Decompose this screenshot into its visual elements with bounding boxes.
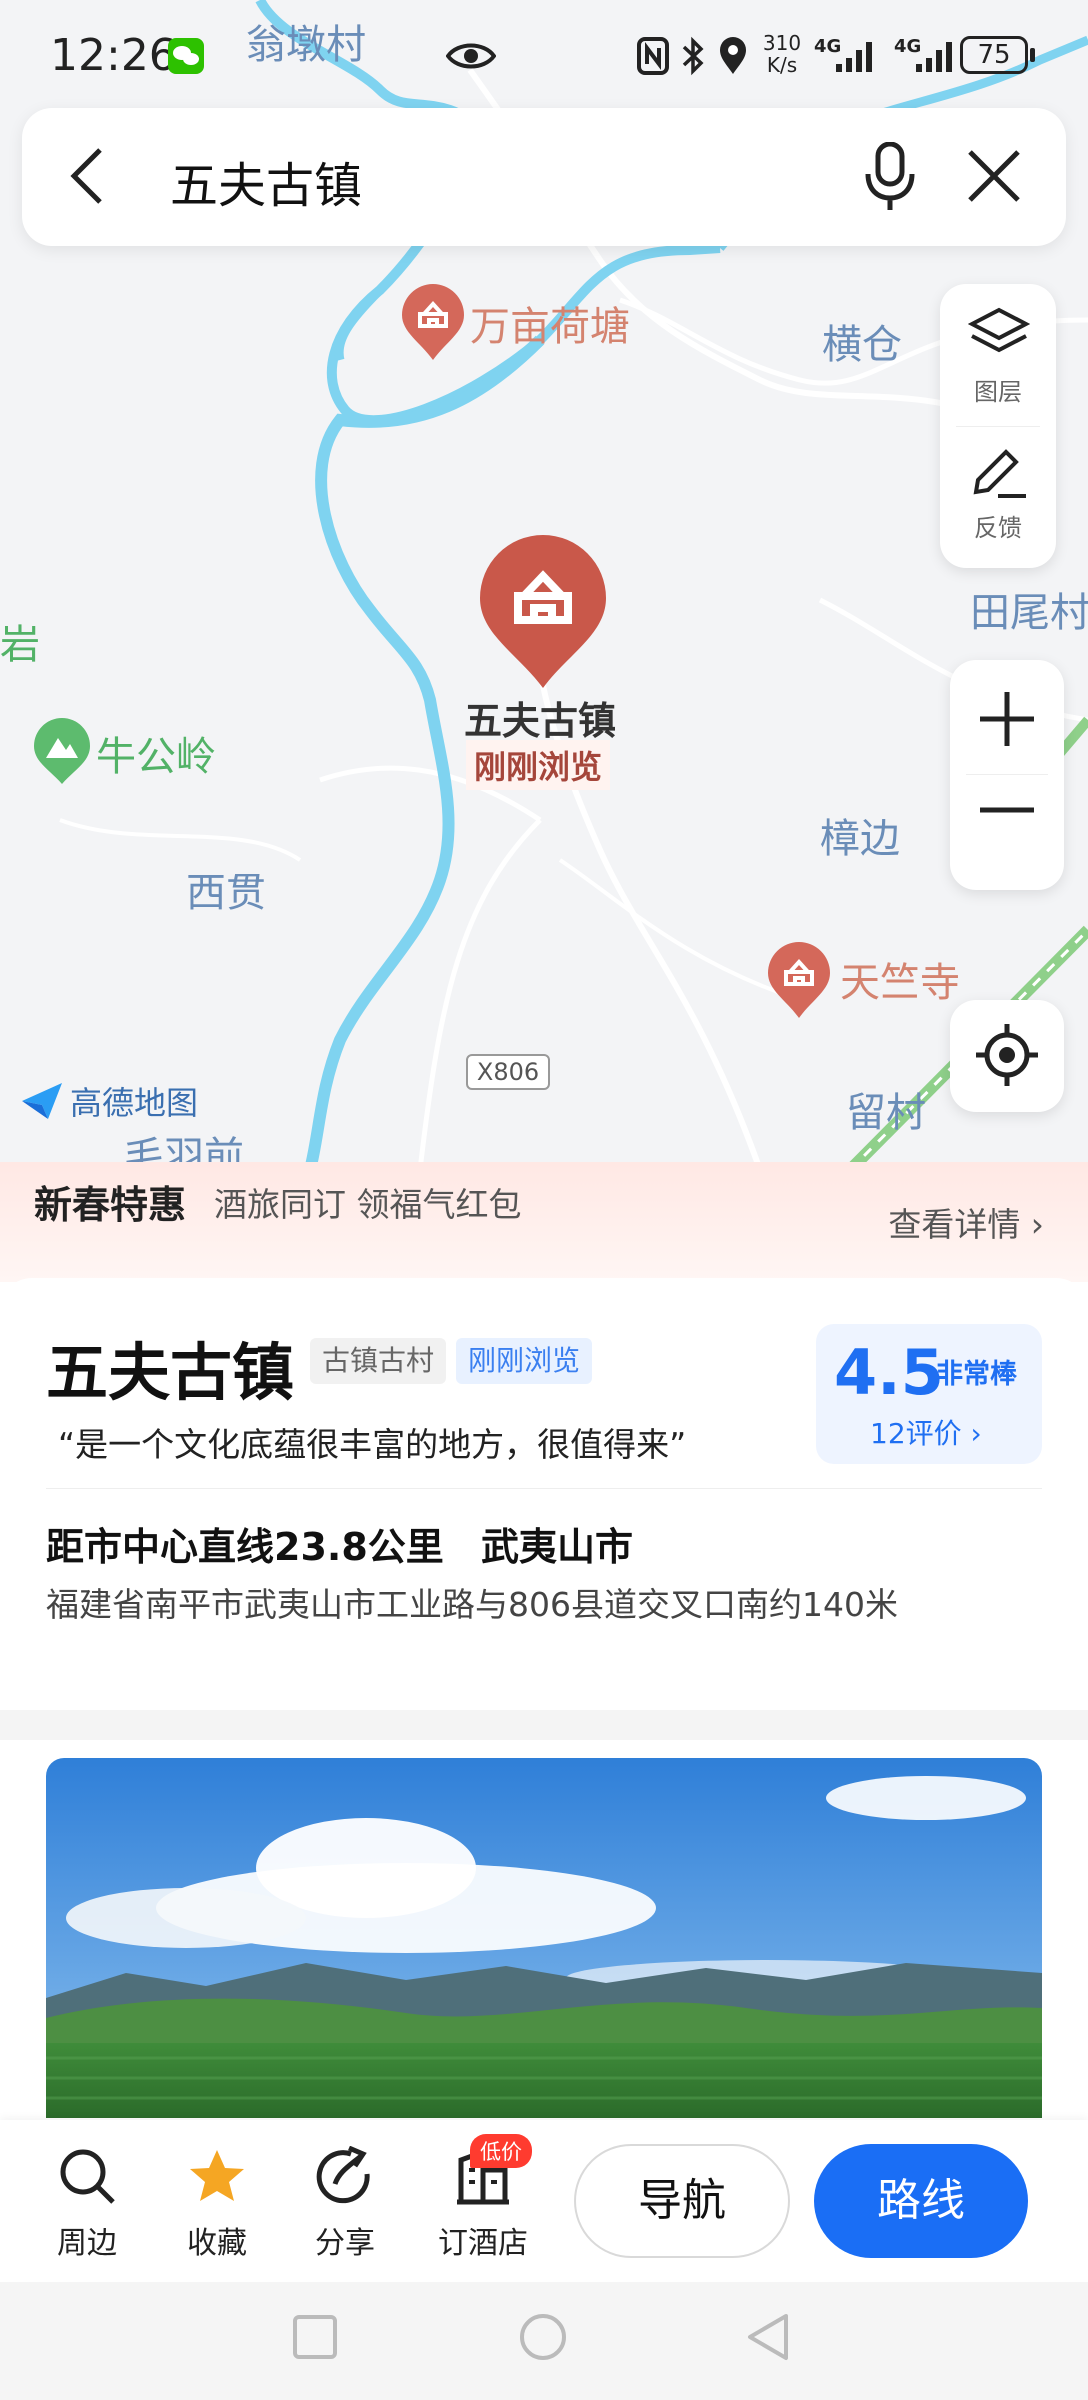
poi-wanmu-label[interactable]: 万亩荷塘: [470, 294, 630, 352]
search-input[interactable]: 五夫古镇: [170, 146, 362, 216]
microphone-icon[interactable]: [864, 142, 916, 212]
search-bar: 五夫古镇: [22, 108, 1066, 246]
amap-logo: 高德地图: [20, 1078, 198, 1124]
landmark-pin-icon: [768, 942, 830, 1018]
route-button[interactable]: 路线: [814, 2144, 1028, 2258]
selected-landmark-pin-icon: [480, 535, 606, 688]
share-label: 分享: [315, 2226, 375, 2261]
landscape-photo: [46, 1758, 1042, 2118]
bluetooth-icon: [682, 36, 704, 76]
signal-icon-1: [836, 42, 872, 72]
promo-more-link[interactable]: 查看详情 ›: [888, 1198, 1044, 1246]
promo-subtitle: 酒旅同订 领福气红包: [214, 1185, 522, 1224]
section-gap: [0, 1710, 1088, 1740]
search-icon: [60, 2149, 115, 2204]
nearby-button[interactable]: 周边: [32, 2146, 142, 2262]
favorite-label: 收藏: [187, 2226, 247, 2261]
status-time: 12:26: [50, 30, 177, 81]
status-bar: 12:26 310 K/s 4G 4G 75: [0, 0, 1088, 110]
promo-title: 新春特惠: [34, 1183, 187, 1227]
poi-wanmu[interactable]: [400, 282, 466, 366]
net-speed-value: 310: [762, 31, 802, 55]
system-navigation-bar: [0, 2282, 1088, 2400]
rating-level: 非常棒: [936, 1359, 1017, 1390]
divider: [966, 774, 1048, 775]
star-icon: [190, 2150, 244, 2201]
selected-poi-name: 五夫古镇: [464, 699, 617, 743]
city-name: 武夷山市: [481, 1525, 634, 1569]
promo-banner[interactable]: 新春特惠 酒旅同订 领福气红包 查看详情 ›: [0, 1162, 1088, 1282]
layers-icon: [968, 307, 1030, 353]
map-label-tianwei[interactable]: 田尾村: [970, 580, 1088, 638]
eye-icon: [446, 43, 496, 69]
net-speed: 310 K/s: [762, 32, 802, 76]
back-arrow-icon[interactable]: [66, 146, 110, 206]
hotel-discount-badge: 低价: [470, 2134, 532, 2168]
nfc-icon: [637, 37, 669, 75]
home-icon[interactable]: [518, 2312, 568, 2362]
divider: [46, 1488, 1042, 1489]
recent-apps-icon[interactable]: [292, 2314, 338, 2360]
navigate-button[interactable]: 导航: [574, 2144, 790, 2258]
place-name: 五夫古镇: [46, 1336, 295, 1409]
amap-logo-text: 高德地图: [70, 1084, 199, 1122]
favorite-button[interactable]: 收藏: [162, 2146, 272, 2262]
feedback-button[interactable]: 反馈: [940, 434, 1056, 558]
address-text[interactable]: 福建省南平市武夷山市工业路与806县道交叉口南约140米: [46, 1582, 906, 1628]
locate-button[interactable]: [950, 1000, 1064, 1112]
share-icon: [316, 2145, 370, 2204]
locate-icon: [976, 1024, 1038, 1086]
location-icon: [720, 37, 746, 74]
selected-poi-badge: 刚刚浏览: [466, 740, 611, 790]
category-tag: 古镇古村: [310, 1338, 447, 1384]
hotel-label: 订酒店: [438, 2226, 528, 2261]
rating-box[interactable]: 4.5 非常棒 12评价 ›: [816, 1324, 1042, 1464]
feedback-label: 反馈: [974, 514, 1022, 542]
place-card: 五夫古镇 古镇古村 刚刚浏览 “是一个文化底蕴很丰富的地方，很值得来” 4.5 …: [0, 1278, 1088, 1710]
nearby-label: 周边: [57, 2226, 117, 2261]
poi-niugongling-label[interactable]: 牛公岭: [96, 724, 216, 782]
distance-info: 距市中心直线23.8公里 武夷山市: [46, 1516, 633, 1571]
signal-icon-2: [916, 42, 952, 72]
road-shield-x806: X806: [466, 1054, 550, 1090]
zoom-controls: [950, 660, 1064, 890]
review-count: 12评价 ›: [870, 1417, 982, 1450]
bottom-action-bar: 周边 收藏 分享 订酒店 低价 导航 路线: [0, 2120, 1088, 2282]
battery-indicator: 75: [960, 36, 1028, 74]
review-quote[interactable]: “是一个文化底蕴很丰富的地方，很值得来”: [58, 1418, 686, 1466]
landmark-pin-icon: [402, 284, 464, 360]
poi-niugongling[interactable]: [32, 718, 92, 790]
map-label-xigui[interactable]: 西贯: [186, 860, 266, 918]
layers-button[interactable]: 图层: [940, 296, 1056, 420]
pencil-icon: [973, 449, 1026, 498]
poi-tianzhu-label[interactable]: 天竺寺: [840, 950, 960, 1008]
divider: [956, 426, 1040, 427]
share-button[interactable]: 分享: [290, 2145, 400, 2262]
map-label-yan[interactable]: 岩: [0, 612, 40, 670]
map-label-zhangbian[interactable]: 樟边: [820, 806, 900, 864]
layers-label: 图层: [974, 378, 1022, 406]
map-tools-card: 图层 反馈: [940, 284, 1056, 568]
distance-text: 距市中心直线23.8公里: [46, 1525, 444, 1569]
poi-tianzhu[interactable]: [766, 940, 832, 1024]
recent-tag: 刚刚浏览: [456, 1338, 593, 1384]
place-photo[interactable]: [46, 1758, 1042, 2118]
zoom-in-icon[interactable]: [978, 690, 1036, 748]
mountain-pin-icon: [34, 718, 90, 784]
net-speed-unit: K/s: [766, 53, 798, 77]
map-label-liucun[interactable]: 留村: [846, 1080, 926, 1138]
wechat-icon: [168, 38, 204, 74]
battery-tip: [1030, 48, 1035, 62]
back-icon[interactable]: [744, 2312, 790, 2362]
rating-score: 4.5: [834, 1336, 944, 1409]
zoom-out-icon[interactable]: [978, 800, 1036, 820]
map-label-hengcang[interactable]: 横仓: [822, 312, 902, 370]
close-icon[interactable]: [966, 148, 1022, 204]
amap-logo-icon: [22, 1083, 62, 1119]
selected-poi-pin[interactable]: [478, 534, 608, 694]
